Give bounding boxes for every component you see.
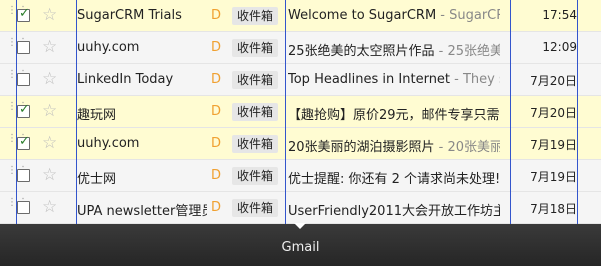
importance-marker[interactable]: D bbox=[211, 72, 221, 87]
email-subject: 25张绝美的太空照片作品 bbox=[288, 44, 435, 59]
checkmark-icon: ✓ bbox=[19, 6, 30, 21]
email-subject: Welcome to SugarCRM bbox=[288, 8, 437, 23]
email-time: 7月20日 bbox=[530, 106, 577, 120]
email-sender: uuhy.com bbox=[77, 136, 140, 151]
importance-marker[interactable]: D bbox=[211, 200, 221, 215]
email-snippet: - They say bbox=[454, 72, 500, 87]
email-subject: 【趣抢购】原价29元，邮件专享只需 bbox=[288, 108, 500, 123]
gmail-app: ⋮⋮ ✓ ☆ SugarCRM Trials D 收件箱 Welcome to … bbox=[0, 0, 601, 266]
email-subject: 20张美丽的湖泊摄影照片 bbox=[288, 140, 435, 155]
email-sender: UPA newsletter管理员 bbox=[77, 204, 207, 219]
checkmark-icon: ✓ bbox=[19, 134, 30, 149]
drag-handle-icon[interactable]: ⋮⋮ bbox=[7, 38, 28, 55]
email-subject-line[interactable]: Welcome to SugarCRM - SugarCRM bbox=[288, 8, 500, 23]
drag-handle-icon[interactable]: ⋮⋮ bbox=[7, 6, 28, 23]
email-subject: UserFriendly2011大会开放工作坊主讲 bbox=[288, 204, 500, 219]
email-list: ⋮⋮ ✓ ☆ SugarCRM Trials D 收件箱 Welcome to … bbox=[0, 0, 601, 224]
email-sender: SugarCRM Trials bbox=[77, 8, 182, 23]
bottom-notch-icon bbox=[294, 223, 306, 229]
select-checkbox[interactable] bbox=[17, 169, 30, 182]
importance-marker[interactable]: D bbox=[211, 136, 221, 151]
email-subject-line[interactable]: 优士提醒: 你还有 2 个请求尚未处理! bbox=[288, 168, 500, 187]
importance-marker[interactable]: D bbox=[211, 8, 221, 23]
select-checkbox[interactable]: ✓ bbox=[17, 6, 30, 22]
drag-handle-icon[interactable]: ⋮⋮ bbox=[7, 102, 28, 119]
column-guide-line bbox=[76, 0, 77, 224]
inbox-label[interactable]: 收件箱 bbox=[232, 167, 279, 185]
email-time: 7月20日 bbox=[530, 74, 577, 88]
importance-marker[interactable]: D bbox=[211, 40, 221, 55]
star-icon[interactable]: ☆ bbox=[42, 102, 57, 120]
star-icon[interactable]: ☆ bbox=[42, 166, 57, 184]
email-subject: 优士提醒: 你还有 2 个请求尚未处理! bbox=[288, 172, 500, 187]
email-subject-line[interactable]: UserFriendly2011大会开放工作坊主讲 bbox=[288, 200, 500, 219]
inbox-label[interactable]: 收件箱 bbox=[232, 135, 279, 153]
checkmark-icon: ✓ bbox=[19, 102, 30, 117]
email-time: 7月18日 bbox=[530, 202, 577, 216]
email-time: 7月19日 bbox=[530, 170, 577, 184]
column-guide-line bbox=[577, 0, 578, 224]
email-subject-line[interactable]: Top Headlines in Internet - They say bbox=[288, 72, 500, 87]
inbox-label[interactable]: 收件箱 bbox=[232, 199, 279, 217]
bottom-bar: Gmail bbox=[0, 223, 601, 266]
select-checkbox[interactable] bbox=[17, 73, 30, 86]
select-checkbox[interactable] bbox=[17, 41, 30, 54]
star-icon[interactable]: ☆ bbox=[42, 38, 57, 56]
email-subject: Top Headlines in Internet bbox=[288, 72, 451, 87]
email-time: 12:09 bbox=[542, 40, 577, 54]
inbox-label[interactable]: 收件箱 bbox=[232, 39, 279, 57]
column-guide-line bbox=[285, 0, 286, 224]
star-icon[interactable]: ☆ bbox=[42, 70, 57, 88]
drag-handle-icon[interactable]: ⋮⋮ bbox=[7, 198, 28, 215]
email-snippet: - SugarCRM bbox=[440, 8, 500, 23]
bottom-title: Gmail bbox=[281, 240, 320, 255]
email-time: 7月19日 bbox=[530, 138, 577, 152]
email-sender: 趣玩网 bbox=[77, 108, 117, 123]
email-time: 17:54 bbox=[542, 8, 577, 22]
email-sender: LinkedIn Today bbox=[77, 72, 174, 87]
email-sender: 优士网 bbox=[77, 172, 117, 187]
email-subject-line[interactable]: 25张绝美的太空照片作品 - 25张绝美 bbox=[288, 40, 500, 59]
email-sender: uuhy.com bbox=[77, 40, 140, 55]
star-icon[interactable]: ☆ bbox=[42, 134, 57, 152]
inbox-label[interactable]: 收件箱 bbox=[232, 7, 279, 25]
column-guide-line bbox=[510, 0, 511, 224]
select-checkbox[interactable]: ✓ bbox=[17, 102, 30, 118]
importance-marker[interactable]: D bbox=[211, 104, 221, 119]
column-guide-line bbox=[16, 0, 17, 224]
select-checkbox[interactable] bbox=[17, 201, 30, 214]
star-icon[interactable]: ☆ bbox=[42, 198, 57, 216]
email-subject-line[interactable]: 20张美丽的湖泊摄影照片 - 20张美丽 bbox=[288, 136, 500, 155]
email-subject-line[interactable]: 【趣抢购】原价29元，邮件专享只需 bbox=[288, 104, 500, 123]
drag-handle-icon[interactable]: ⋮⋮ bbox=[7, 70, 28, 87]
inbox-label[interactable]: 收件箱 bbox=[232, 71, 279, 89]
email-snippet: - 20张美丽 bbox=[434, 140, 500, 155]
importance-marker[interactable]: D bbox=[211, 168, 221, 183]
star-icon[interactable]: ☆ bbox=[42, 6, 57, 24]
select-checkbox[interactable]: ✓ bbox=[17, 134, 30, 150]
drag-handle-icon[interactable]: ⋮⋮ bbox=[7, 134, 28, 151]
inbox-label[interactable]: 收件箱 bbox=[232, 103, 279, 121]
drag-handle-icon[interactable]: ⋮⋮ bbox=[7, 166, 28, 183]
email-snippet: - 25张绝美 bbox=[434, 44, 500, 59]
